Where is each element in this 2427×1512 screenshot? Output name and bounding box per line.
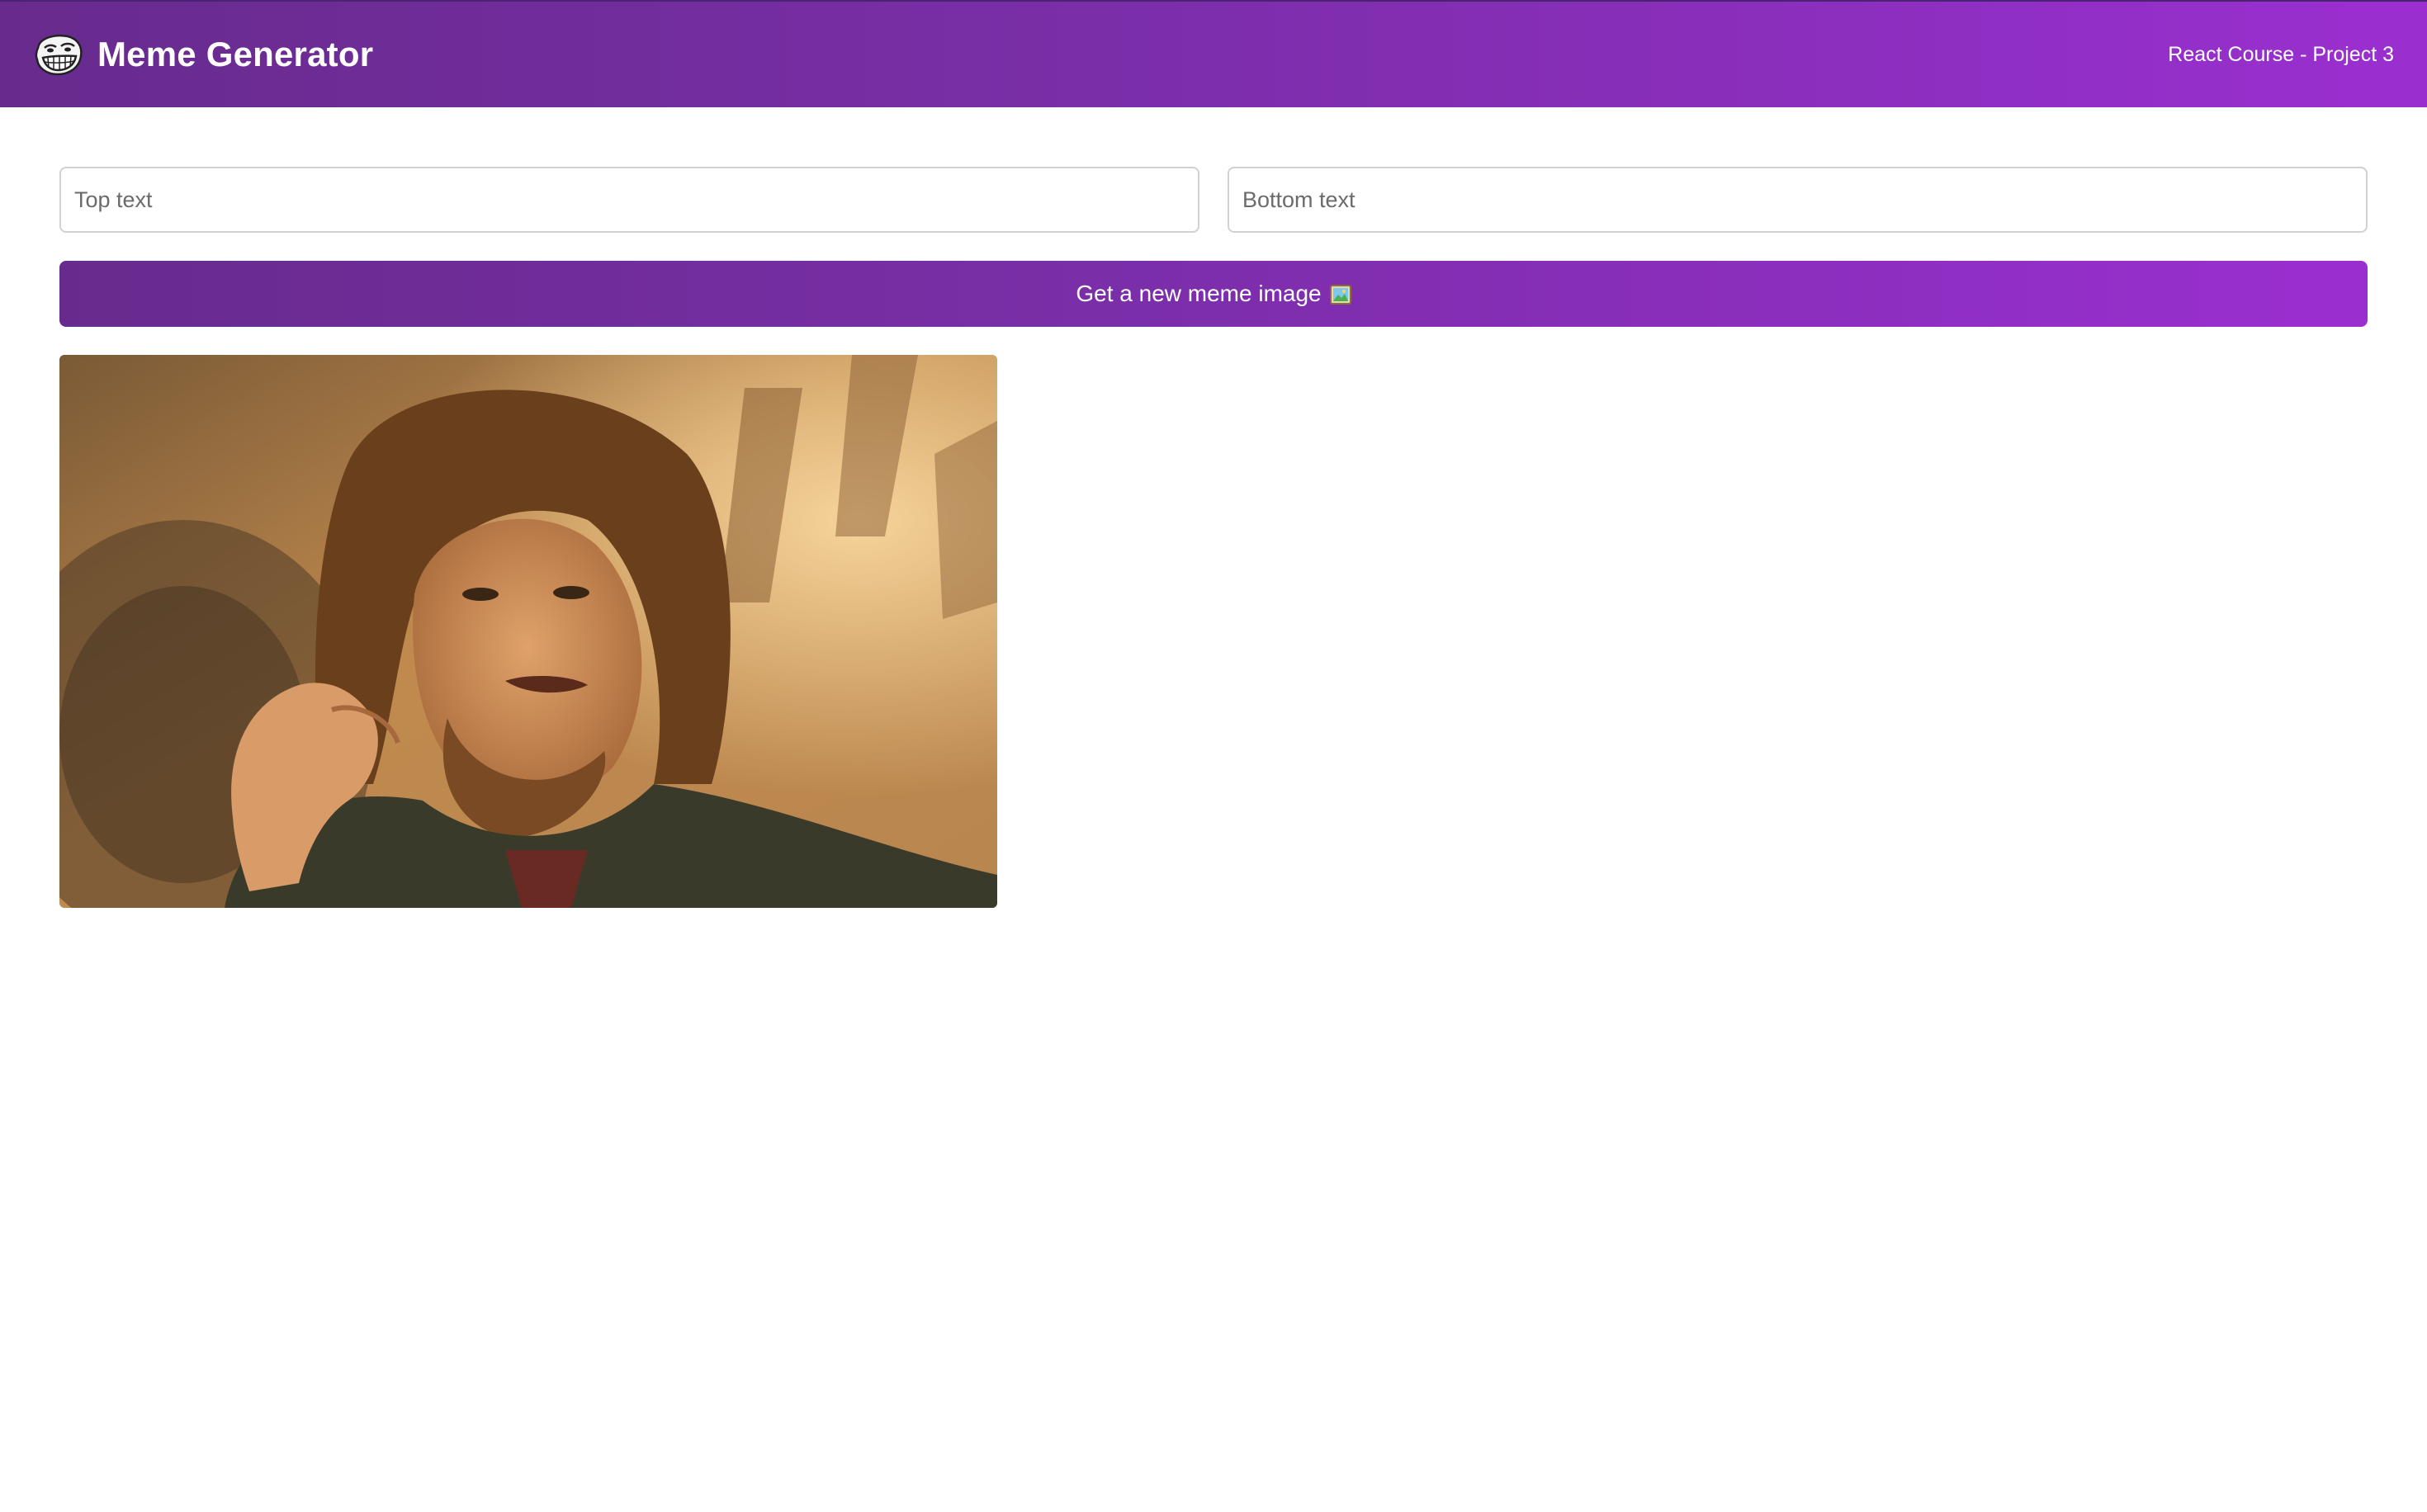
brand: Meme Generator bbox=[33, 31, 373, 78]
troll-face-icon bbox=[33, 31, 84, 78]
text-inputs bbox=[59, 167, 2368, 233]
get-new-meme-button[interactable]: Get a new meme image bbox=[59, 261, 2368, 327]
meme-form: Get a new meme image bbox=[59, 167, 2368, 908]
get-new-meme-button-label: Get a new meme image bbox=[1076, 281, 1322, 306]
app-header: Meme Generator React Course - Project 3 bbox=[0, 0, 2427, 107]
framed-picture-icon bbox=[1329, 284, 1351, 305]
bottom-text-input[interactable] bbox=[1228, 167, 2368, 233]
app-title: Meme Generator bbox=[97, 35, 374, 73]
meme-image bbox=[59, 355, 997, 908]
course-label: React Course - Project 3 bbox=[2168, 42, 2394, 66]
top-text-input[interactable] bbox=[59, 167, 1199, 233]
